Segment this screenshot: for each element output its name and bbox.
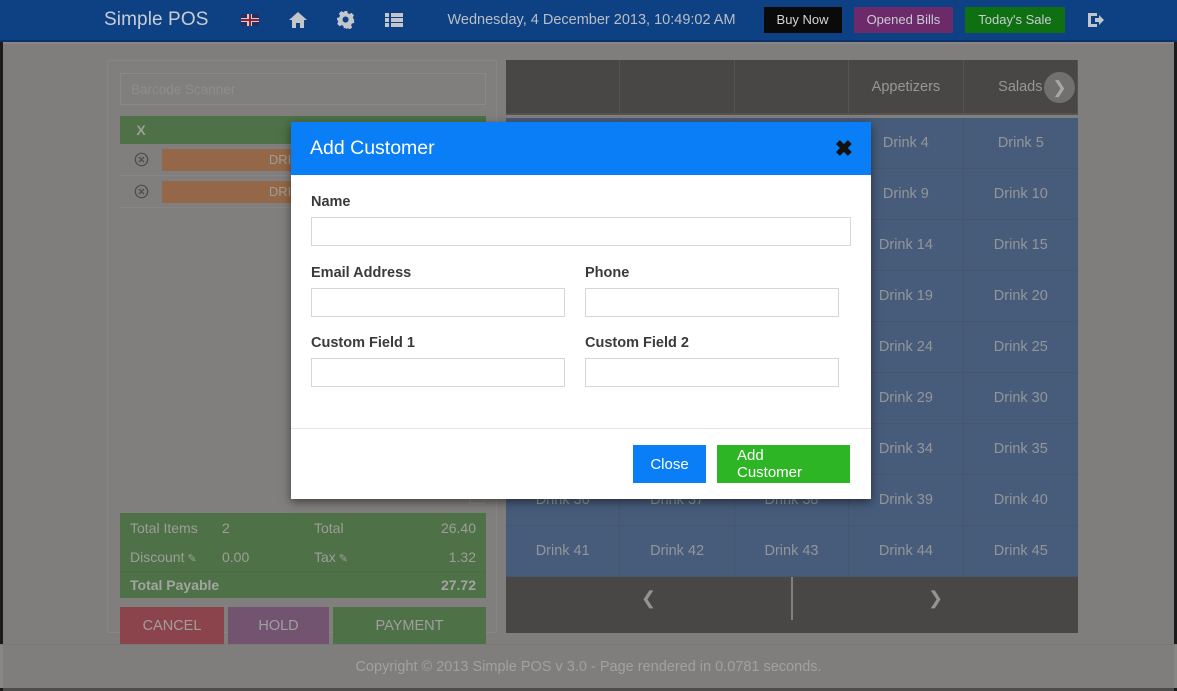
custom2-field[interactable] [585,358,839,387]
close-button[interactable]: Close [633,445,706,483]
email-label: Email Address [311,265,412,281]
dialog-title: Add Customer [310,137,435,159]
phone-label: Phone [585,265,630,281]
dialog-body: Name Email Address Phone Custom Field 1 … [291,175,871,387]
top-navbar: Simple POS Wednesday, 4 December 2013, 1… [0,0,1177,42]
dialog-footer: Close Add Customer [291,428,871,499]
add-customer-dialog: Add Customer ✖ Name Email Address Phone [291,122,871,499]
custom2-field-group: Custom Field 2 [585,335,839,387]
name-label: Name [311,194,351,210]
list-icon[interactable] [383,9,405,31]
app-window: Simple POS Wednesday, 4 December 2013, 1… [0,0,1177,691]
email-field-group: Email Address [311,265,565,317]
app-brand: Simple POS [104,9,209,30]
custom2-label: Custom Field 2 [585,335,689,351]
close-icon[interactable]: ✖ [835,137,853,160]
uk-flag-icon[interactable] [239,9,261,31]
custom1-field-group: Custom Field 1 [311,335,565,387]
custom1-field[interactable] [311,358,565,387]
email-phone-row: Email Address Phone [311,265,851,317]
name-field-group: Name [311,194,851,246]
phone-field-group: Phone [585,265,839,317]
gear-icon[interactable] [335,9,357,31]
custom1-label: Custom Field 1 [311,335,415,351]
email-field[interactable] [311,288,565,317]
name-field[interactable] [311,217,851,246]
add-customer-button[interactable]: Add Customer [717,445,850,483]
dialog-header: Add Customer ✖ [291,122,871,175]
buy-now-button[interactable]: Buy Now [763,7,842,33]
current-datetime: Wednesday, 4 December 2013, 10:49:02 AM [447,12,736,28]
todays-sale-button[interactable]: Today's Sale [965,7,1065,33]
home-icon[interactable] [287,9,309,31]
main-work-area: X Product DRINK 1 @ 14.40 [3,44,1174,691]
logout-icon[interactable] [1087,9,1109,31]
phone-field[interactable] [585,288,839,317]
custom-fields-row: Custom Field 1 Custom Field 2 [311,335,851,387]
opened-bills-button[interactable]: Opened Bills [853,7,954,33]
